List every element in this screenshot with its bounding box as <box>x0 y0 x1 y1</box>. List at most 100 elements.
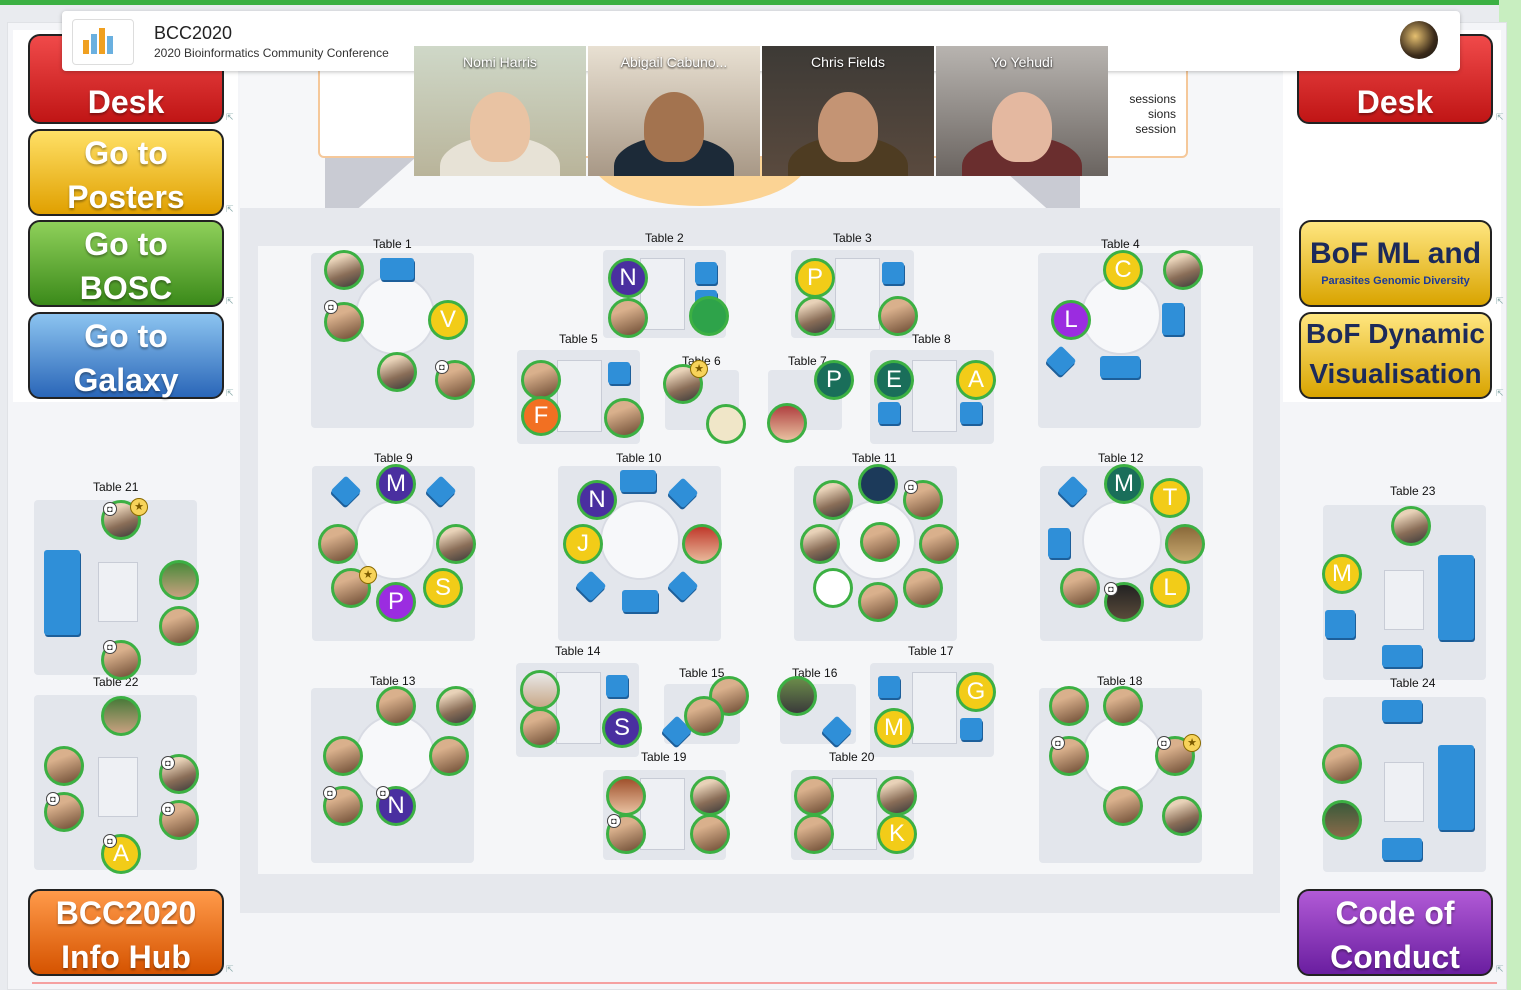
participant-avatar[interactable] <box>1163 250 1203 290</box>
participant-name: Yo Yehudi <box>991 54 1053 70</box>
video-tile[interactable]: Yo Yehudi <box>936 46 1108 176</box>
participant-avatar[interactable] <box>376 686 416 726</box>
participant-initial-avatar[interactable]: F <box>521 396 561 436</box>
resize-handle-icon[interactable]: ⇱ <box>226 204 236 214</box>
go-to-posters-button[interactable]: Go to Posters <box>28 129 224 216</box>
participant-avatar[interactable] <box>520 708 560 748</box>
participant-avatar[interactable] <box>795 296 835 336</box>
participant-avatar[interactable] <box>767 403 807 443</box>
table-label: Table 5 <box>559 332 598 346</box>
bof-ml-button[interactable]: BoF ML and Parasites Genomic Diversity <box>1299 220 1492 307</box>
participant-avatar[interactable] <box>1162 796 1202 836</box>
participant-avatar[interactable] <box>858 582 898 622</box>
go-to-bosc-button[interactable]: Go to BOSC <box>28 220 224 307</box>
participant-avatar[interactable] <box>794 814 834 854</box>
participant-initial-avatar[interactable]: P <box>814 360 854 400</box>
participant-initial-avatar[interactable]: E <box>874 360 914 400</box>
participant-initial-avatar[interactable]: A <box>956 360 996 400</box>
participant-avatar[interactable] <box>159 606 199 646</box>
participant-avatar[interactable] <box>1103 686 1143 726</box>
participant-initial-avatar[interactable]: L <box>1051 300 1091 340</box>
participant-avatar[interactable] <box>1322 744 1362 784</box>
participant-avatar[interactable] <box>813 480 853 520</box>
participant-initial-avatar[interactable]: M <box>1104 464 1144 504</box>
participant-avatar[interactable] <box>1322 800 1362 840</box>
video-tile[interactable]: Chris Fields <box>762 46 934 176</box>
participant-avatar[interactable] <box>1103 786 1143 826</box>
participant-avatar[interactable] <box>1049 686 1089 726</box>
participant-avatar[interactable] <box>606 776 646 816</box>
participant-avatar[interactable] <box>521 360 561 400</box>
bof-visualisation-button[interactable]: BoF Dynamic Visualisation <box>1299 312 1492 399</box>
participant-avatar[interactable] <box>429 736 469 776</box>
chair <box>882 262 904 284</box>
participant-initial-avatar[interactable]: N <box>577 480 617 520</box>
participant-initial-avatar[interactable]: G <box>956 672 996 712</box>
participant-initial-avatar[interactable]: N <box>608 258 648 298</box>
participant-avatar[interactable] <box>858 464 898 504</box>
participant-initial-avatar[interactable]: V <box>428 300 468 340</box>
go-to-galaxy-button[interactable]: Go to Galaxy <box>28 312 224 399</box>
participant-avatar[interactable] <box>436 524 476 564</box>
rect-table <box>912 360 957 432</box>
participant-avatar[interactable] <box>159 560 199 600</box>
video-tile[interactable]: Nomi Harris <box>414 46 586 176</box>
participant-avatar[interactable] <box>878 296 918 336</box>
resize-handle-icon[interactable]: ⇱ <box>1496 112 1506 122</box>
resize-handle-icon[interactable]: ⇱ <box>226 296 236 306</box>
participant-avatar[interactable] <box>684 696 724 736</box>
button-label: Galaxy <box>73 362 179 398</box>
participant-avatar[interactable] <box>323 736 363 776</box>
participant-avatar[interactable] <box>520 670 560 710</box>
participant-initial-avatar[interactable]: S <box>602 708 642 748</box>
participant-avatar[interactable] <box>1060 568 1100 608</box>
participant-avatar[interactable] <box>800 524 840 564</box>
screen-line: session <box>1135 122 1176 136</box>
participant-initial-avatar[interactable]: K <box>877 814 917 854</box>
participant-initial-avatar[interactable]: M <box>874 708 914 748</box>
participant-initial-avatar[interactable]: L <box>1150 568 1190 608</box>
participant-avatar[interactable] <box>690 776 730 816</box>
resize-handle-icon[interactable]: ⇱ <box>1496 388 1506 398</box>
participant-avatar[interactable] <box>101 696 141 736</box>
participant-initial-avatar[interactable]: M <box>376 464 416 504</box>
chair <box>44 550 80 635</box>
info-hub-button[interactable]: BCC2020 Info Hub <box>28 889 224 976</box>
participant-initial-avatar[interactable]: M <box>1322 554 1362 594</box>
participant-avatar[interactable] <box>682 524 722 564</box>
participant-avatar[interactable] <box>706 404 746 444</box>
participant-avatar[interactable] <box>794 776 834 816</box>
participant-avatar[interactable] <box>860 522 900 562</box>
participant-avatar[interactable] <box>318 524 358 564</box>
video-tile[interactable]: Abigail Cabuno... <box>588 46 760 176</box>
code-of-conduct-button[interactable]: Code of Conduct <box>1297 889 1493 976</box>
participant-avatar[interactable] <box>1165 524 1205 564</box>
participant-initial-avatar[interactable]: T <box>1150 478 1190 518</box>
participant-avatar[interactable] <box>377 352 417 392</box>
participant-initial-avatar[interactable]: C <box>1103 250 1143 290</box>
participant-avatar[interactable] <box>777 676 817 716</box>
table-label: Table 3 <box>833 231 872 245</box>
participant-initial-avatar[interactable]: S <box>423 568 463 608</box>
participant-initial-avatar[interactable]: P <box>795 258 835 298</box>
participant-initial-avatar[interactable]: P <box>376 582 416 622</box>
participant-avatar[interactable] <box>604 398 644 438</box>
resize-handle-icon[interactable]: ⇱ <box>1496 964 1506 974</box>
resize-handle-icon[interactable]: ⇱ <box>226 112 236 122</box>
participant-avatar[interactable] <box>1391 506 1431 546</box>
participant-avatar[interactable] <box>877 776 917 816</box>
resize-handle-icon[interactable]: ⇱ <box>1496 296 1506 306</box>
participant-initial-avatar[interactable]: J <box>563 524 603 564</box>
participant-avatar[interactable] <box>436 686 476 726</box>
participant-avatar[interactable] <box>608 298 648 338</box>
participant-avatar[interactable] <box>689 296 729 336</box>
participant-avatar[interactable] <box>813 568 853 608</box>
participant-avatar[interactable] <box>903 568 943 608</box>
resize-handle-icon[interactable]: ⇱ <box>226 388 236 398</box>
resize-handle-icon[interactable]: ⇱ <box>226 964 236 974</box>
participant-avatar[interactable] <box>324 250 364 290</box>
participant-avatar[interactable] <box>44 746 84 786</box>
participant-avatar[interactable] <box>690 814 730 854</box>
participant-avatar[interactable] <box>919 524 959 564</box>
user-avatar[interactable] <box>1400 21 1438 59</box>
